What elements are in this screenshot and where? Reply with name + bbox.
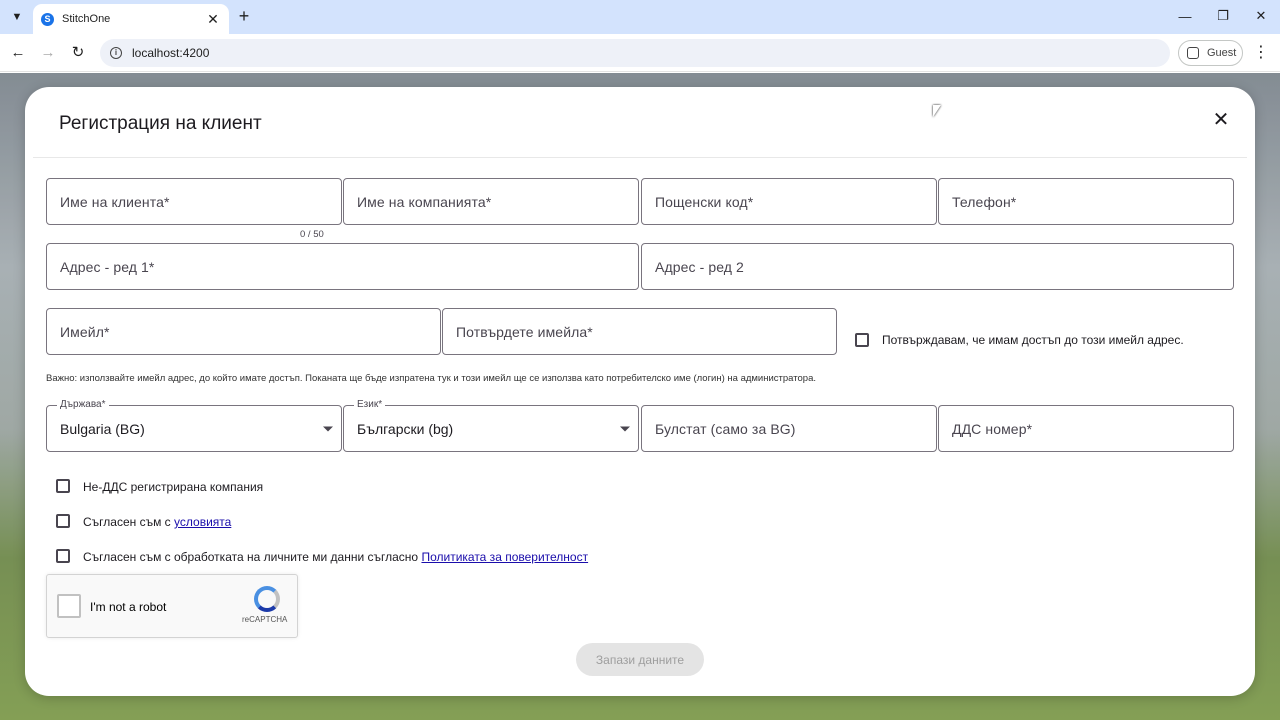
email-hint: Важно: използвайте имейл адрес, до който… xyxy=(46,373,816,384)
save-button[interactable]: Запази данните xyxy=(576,643,704,676)
terms-link[interactable]: условията xyxy=(174,515,231,529)
company-name-field[interactable]: Име на компанията* xyxy=(343,178,639,225)
info-icon[interactable]: i xyxy=(110,47,122,59)
privacy-link[interactable]: Политиката за поверителност xyxy=(421,550,588,564)
confirm-access-checkbox[interactable] xyxy=(855,333,869,347)
vat-label: ДДС номер* xyxy=(952,420,1033,437)
arrow-left-icon[interactable]: ← xyxy=(7,42,29,64)
recaptcha-checkbox[interactable] xyxy=(57,594,81,618)
email-label: Имейл* xyxy=(60,323,110,340)
recaptcha-widget: I'm not a robot reCAPTCHA xyxy=(46,574,298,638)
mouse-cursor-icon xyxy=(933,105,941,117)
tab-title: StitchOne xyxy=(62,13,111,25)
country-select[interactable]: Държава* Bulgaria (BG) xyxy=(46,399,342,452)
confirm-email-label: Потвърдете имейла* xyxy=(456,323,593,340)
non-vat-label: Не-ДДС регистрирана компания xyxy=(83,480,264,494)
company-name-label: Име на компанията* xyxy=(357,193,492,210)
arrow-right-icon[interactable]: → xyxy=(37,42,59,64)
plus-icon[interactable]: + xyxy=(234,6,254,26)
client-name-field[interactable]: Име на клиента* xyxy=(46,178,342,225)
char-counter: 0 / 50 xyxy=(300,229,324,240)
confirm-email-field[interactable]: Потвърдете имейла* xyxy=(442,308,837,355)
chevron-down-icon[interactable]: ▼ xyxy=(6,7,28,27)
bulstat-field[interactable]: Булстат (само за BG) xyxy=(641,405,937,452)
browser-tab-bar: ▼ S StitchOne ✕ + — ❐ ✕ xyxy=(0,0,1280,34)
terms-label: Съгласен съм с условията xyxy=(83,515,231,529)
country-value: Bulgaria (BG) xyxy=(60,420,145,437)
language-select[interactable]: Език* Български (bg) xyxy=(343,399,639,452)
non-vat-checkbox[interactable] xyxy=(56,479,70,493)
terms-checkbox[interactable] xyxy=(56,514,70,528)
address-line1-field[interactable]: Адрес - ред 1* xyxy=(46,243,639,290)
recaptcha-label: I'm not a robot xyxy=(90,600,167,614)
favicon-icon: S xyxy=(41,12,54,26)
privacy-prefix: Съгласен съм с обработката на личните ми… xyxy=(83,550,422,564)
bulstat-label: Булстат (само за BG) xyxy=(655,420,796,437)
reload-icon[interactable]: ↻ xyxy=(67,42,89,64)
close-icon[interactable]: ✕ xyxy=(205,11,221,28)
address-bar[interactable]: i localhost:4200 xyxy=(100,39,1170,67)
kebab-icon[interactable]: ⋮ xyxy=(1253,43,1269,63)
address-line1-label: Адрес - ред 1* xyxy=(60,258,155,275)
country-label: Държава* xyxy=(57,399,109,410)
client-name-label: Име на клиента* xyxy=(60,193,170,210)
window-controls: — ❐ ✕ xyxy=(1166,0,1280,34)
postal-code-label: Пощенски код* xyxy=(655,193,754,210)
address-line2-label: Адрес - ред 2 xyxy=(655,258,744,275)
divider xyxy=(33,157,1247,158)
privacy-label: Съгласен съм с обработката на личните ми… xyxy=(83,550,588,564)
privacy-checkbox[interactable] xyxy=(56,549,70,563)
profile-label: Guest xyxy=(1207,47,1237,59)
profile-icon xyxy=(1187,47,1199,59)
profile-button[interactable]: Guest xyxy=(1178,40,1243,66)
recaptcha-icon xyxy=(254,586,280,612)
postal-code-field[interactable]: Пощенски код* xyxy=(641,178,937,225)
confirm-access-label: Потвърждавам, че имам достъп до този име… xyxy=(882,333,1184,347)
restore-icon[interactable]: ❐ xyxy=(1204,0,1242,32)
terms-prefix: Съгласен съм с xyxy=(83,515,175,529)
language-label: Език* xyxy=(354,399,386,410)
phone-field[interactable]: Телефон* xyxy=(938,178,1234,225)
window-close-icon[interactable]: ✕ xyxy=(1242,0,1280,32)
dropdown-arrow-icon xyxy=(323,426,333,431)
address-line2-field[interactable]: Адрес - ред 2 xyxy=(641,243,1234,290)
language-value: Български (bg) xyxy=(357,420,454,437)
recaptcha-brand: reCAPTCHA xyxy=(242,615,288,624)
dialog-title: Регистрация на клиент xyxy=(59,113,262,134)
browser-toolbar: ← → ↻ i localhost:4200 Guest ⋮ xyxy=(0,34,1280,72)
vat-field[interactable]: ДДС номер* xyxy=(938,405,1234,452)
email-field[interactable]: Имейл* xyxy=(46,308,441,355)
dropdown-arrow-icon xyxy=(620,426,630,431)
minimize-icon[interactable]: — xyxy=(1166,0,1204,32)
phone-label: Телефон* xyxy=(952,193,1017,210)
url-text[interactable]: localhost:4200 xyxy=(132,46,209,60)
close-icon[interactable]: ✕ xyxy=(1209,108,1233,132)
browser-tab[interactable]: S StitchOne ✕ xyxy=(33,4,229,34)
